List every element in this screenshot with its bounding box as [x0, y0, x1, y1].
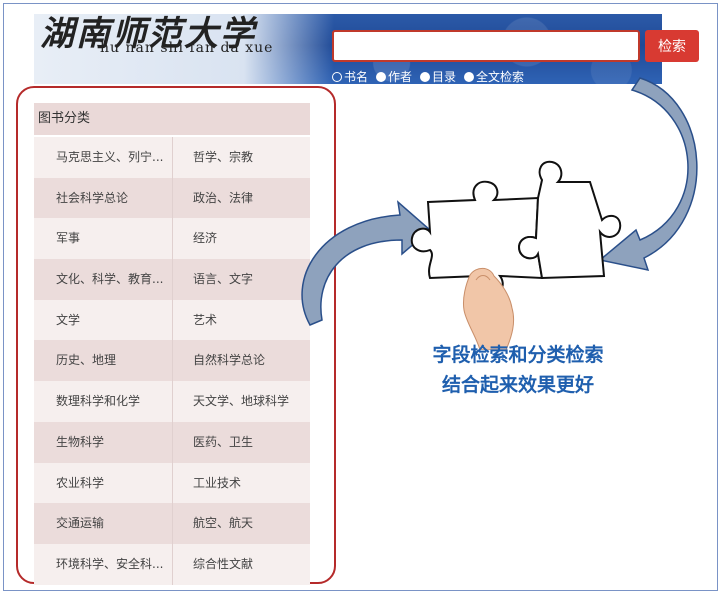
category-item[interactable]: 历史、地理: [34, 340, 172, 382]
radio-icon[interactable]: [420, 71, 431, 82]
category-grid: 马克思主义、列宁... 哲学、宗教 社会科学总论 政治、法律 军事 经济 文化、…: [34, 137, 310, 585]
category-header: 图书分类: [34, 103, 310, 135]
search-option-label: 作者: [388, 70, 413, 84]
radio-icon[interactable]: [376, 71, 387, 82]
category-item[interactable]: 军事: [34, 218, 172, 260]
category-item[interactable]: 农业科学: [34, 462, 172, 504]
search-button[interactable]: 检索: [645, 30, 699, 62]
category-item[interactable]: 综合性文献: [172, 543, 310, 585]
radio-icon[interactable]: [332, 71, 342, 82]
search-option-label: 书名: [344, 70, 369, 84]
caption-line-1: 字段检索和分类检索: [432, 344, 604, 366]
category-item[interactable]: 工业技术: [172, 462, 310, 504]
search-field-options: 书名 作者 目录 全文检索: [332, 68, 524, 85]
search-option-title[interactable]: 书名: [332, 68, 368, 85]
category-item[interactable]: 交通运输: [34, 503, 172, 544]
category-item[interactable]: 文学: [34, 299, 172, 341]
category-item[interactable]: 数理科学和化学: [34, 381, 172, 422]
category-item[interactable]: 天文学、地球科学: [172, 381, 310, 422]
radio-icon[interactable]: [464, 71, 475, 82]
search-input[interactable]: [332, 30, 640, 62]
category-item[interactable]: 生物科学: [34, 421, 172, 463]
search-option-fulltext[interactable]: 全文检索: [464, 68, 524, 85]
category-item[interactable]: 航空、航天: [172, 503, 310, 544]
hand-icon: [463, 267, 515, 350]
curved-arrow-right-icon: [598, 77, 698, 272]
puzzle-illustration: [301, 77, 698, 350]
category-item[interactable]: 文化、科学、教育...: [34, 259, 172, 300]
category-item[interactable]: 医药、卫生: [172, 421, 310, 463]
category-item[interactable]: 社会科学总论: [34, 177, 172, 219]
site-logo-subtitle: hu nan shi fan da xue: [100, 40, 274, 56]
category-item[interactable]: 环境科学、安全科...: [34, 543, 172, 585]
caption-line-2: 结合起来效果更好: [441, 374, 594, 396]
category-item[interactable]: 马克思主义、列宁...: [34, 137, 172, 178]
search-option-author[interactable]: 作者: [376, 68, 412, 85]
caption-text: 字段检索和分类检索 结合起来效果更好: [398, 340, 638, 400]
search-option-label: 目录: [432, 70, 457, 84]
search-option-label: 全文检索: [476, 70, 525, 84]
search-option-toc[interactable]: 目录: [420, 68, 456, 85]
curved-arrow-left-icon: [301, 200, 432, 326]
